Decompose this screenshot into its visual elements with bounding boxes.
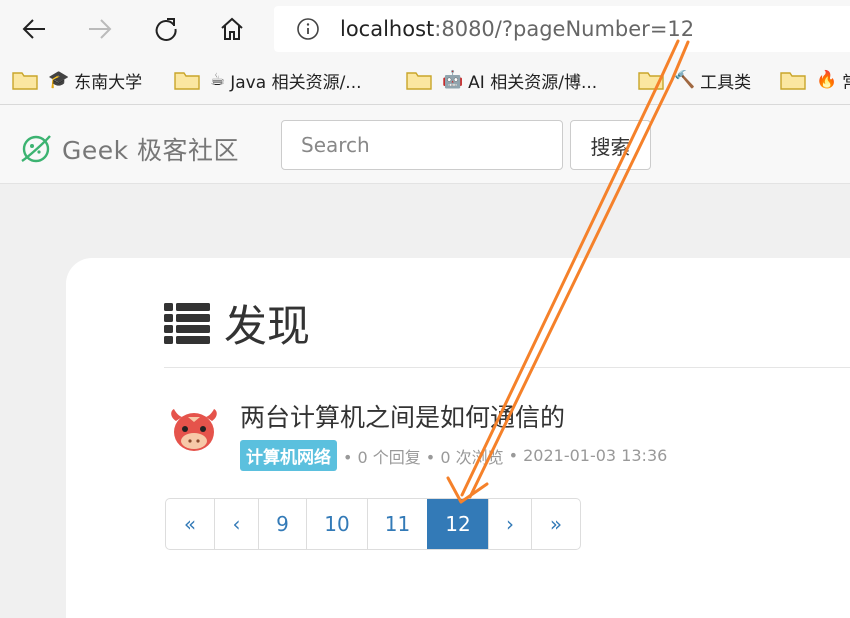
page-link-12-active[interactable]: 12 (427, 499, 488, 549)
folder-icon (780, 72, 806, 90)
page-link-11[interactable]: 11 (367, 499, 427, 549)
forward-button[interactable] (80, 10, 120, 48)
folder-icon (638, 72, 664, 90)
fire-icon: 🔥 (816, 70, 838, 90)
view-count: • 0 次浏览 (425, 447, 504, 467)
site-info-icon[interactable] (296, 17, 320, 41)
folder-icon (174, 72, 200, 90)
search-input[interactable] (281, 120, 563, 170)
bookmark-item[interactable]: 🎓 东南大学 (12, 67, 142, 93)
last-page-link[interactable]: » (531, 499, 580, 549)
brand-name: Geek 极客社区 (62, 136, 240, 165)
post-title-link[interactable]: 两台计算机之间是如何通信的 (240, 398, 565, 434)
browser-toolbar: localhost:8080/?pageNumber=12 (0, 0, 850, 58)
post-meta: 计算机网络 • 0 个回复 • 0 次浏览 • 2021-01-03 13:36 (240, 440, 667, 471)
coffee-icon: ☕ (210, 70, 226, 90)
content-card: 发现 两台计算机之间是如何通信的 计算机网络 • 0 个回复 • 0 次浏览 •… (66, 258, 850, 618)
planet-logo-icon (21, 135, 51, 163)
brand-link[interactable]: Geek 极客社区 (18, 131, 239, 167)
page-link-9[interactable]: 9 (258, 499, 306, 549)
next-page-link[interactable]: › (488, 499, 531, 549)
back-arrow-icon (22, 19, 45, 39)
reload-icon (155, 18, 177, 41)
page-heading: 发现 (164, 292, 310, 354)
folder-icon (12, 72, 38, 90)
bookmark-item[interactable]: ☕ Java 相关资源/... (174, 67, 362, 93)
robot-icon: 🤖 (442, 70, 464, 90)
home-button[interactable] (212, 10, 252, 48)
pagination: « ‹ 9 10 11 12 › » (165, 498, 581, 550)
category-tag[interactable]: 计算机网络 (240, 440, 337, 471)
url-text: localhost:8080/?pageNumber=12 (340, 17, 695, 41)
bookmark-item[interactable]: 🤖 AI 相关资源/博... (406, 67, 597, 93)
reload-button[interactable] (146, 10, 186, 48)
first-page-link[interactable]: « (166, 499, 214, 549)
graduation-cap-icon: 🎓 (48, 70, 70, 90)
prev-page-link[interactable]: ‹ (214, 499, 258, 549)
list-icon (164, 303, 210, 344)
forward-arrow-icon (89, 19, 112, 39)
reply-count: • 0 个回复 (343, 447, 421, 467)
bookmark-item[interactable]: 🔥 常 (780, 67, 850, 93)
page-title: 发现 (224, 302, 310, 352)
bookmarks-bar: 🎓 东南大学 ☕ Java 相关资源/... 🤖 AI 相关资源/博... 🔨 … (0, 58, 850, 105)
avatar[interactable] (168, 405, 220, 457)
back-button[interactable] (14, 10, 54, 48)
bookmark-item[interactable]: 🔨 工具类 (638, 67, 751, 93)
search-button[interactable]: 搜索 (570, 120, 651, 170)
post-time: • 2021-01-03 13:36 (508, 446, 668, 465)
site-navbar: Geek 极客社区 搜索 (0, 105, 850, 184)
hammer-icon: 🔨 (674, 70, 696, 90)
divider (164, 367, 850, 368)
home-icon (221, 17, 243, 40)
page-link-10[interactable]: 10 (306, 499, 367, 549)
address-bar[interactable]: localhost:8080/?pageNumber=12 (274, 6, 850, 52)
folder-icon (406, 72, 432, 90)
